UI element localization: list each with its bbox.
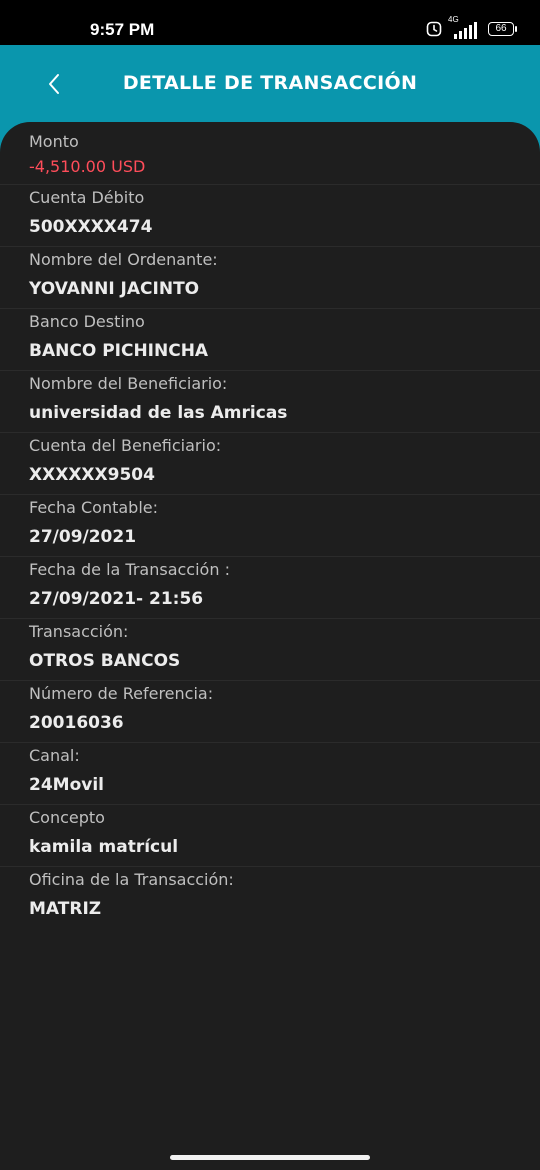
- detail-label: Cuenta Débito: [29, 188, 145, 207]
- detail-row-office: Oficina de la Transacción: MATRIZ: [0, 866, 540, 928]
- amount-value: -4,510.00 USD: [29, 157, 146, 176]
- detail-label: Nombre del Ordenante:: [29, 250, 218, 269]
- detail-value: MATRIZ: [29, 899, 102, 919]
- detail-value: 20016036: [29, 713, 124, 733]
- detail-row-destination-bank: Banco Destino BANCO PICHINCHA: [0, 308, 540, 371]
- battery-level: 66: [495, 23, 507, 34]
- detail-label: Nombre del Beneficiario:: [29, 374, 228, 393]
- detail-row-channel: Canal: 24Movil: [0, 742, 540, 805]
- detail-value: XXXXXX9504: [29, 465, 155, 485]
- detail-value: BANCO PICHINCHA: [29, 341, 209, 361]
- detail-row-transaction-type: Transacción: OTROS BANCOS: [0, 618, 540, 681]
- detail-label: Banco Destino: [29, 312, 145, 331]
- detail-value: 27/09/2021: [29, 527, 137, 547]
- detail-row-debit-account: Cuenta Débito 500XXXX474: [0, 184, 540, 247]
- detail-value: universidad de las Amricas: [29, 403, 288, 423]
- status-icons: 4G 66: [426, 15, 517, 39]
- detail-row-reference-number: Número de Referencia: 20016036: [0, 680, 540, 743]
- detail-value: 27/09/2021- 21:56: [29, 589, 204, 609]
- detail-row-concept: Concepto kamila matrícul: [0, 804, 540, 867]
- detail-label: Concepto: [29, 808, 105, 827]
- detail-row-accounting-date: Fecha Contable: 27/09/2021: [0, 494, 540, 557]
- detail-row-originator: Nombre del Ordenante: YOVANNI JACINTO: [0, 246, 540, 309]
- detail-label: Monto: [29, 132, 79, 151]
- status-bar: 9:57 PM 4G 66: [0, 0, 540, 45]
- detail-row-beneficiary-name: Nombre del Beneficiario: universidad de …: [0, 370, 540, 433]
- detail-label: Fecha Contable:: [29, 498, 159, 517]
- detail-value: YOVANNI JACINTO: [29, 279, 200, 299]
- detail-row-beneficiary-account: Cuenta del Beneficiario: XXXXXX9504: [0, 432, 540, 495]
- detail-label: Número de Referencia:: [29, 684, 214, 703]
- transaction-detail-card: Monto -4,510.00 USD Cuenta Débito 500XXX…: [0, 122, 540, 1170]
- signal-icon: [454, 22, 477, 39]
- detail-row-transaction-date: Fecha de la Transacción : 27/09/2021- 21…: [0, 556, 540, 619]
- detail-row-amount: Monto -4,510.00 USD: [0, 122, 540, 185]
- detail-label: Oficina de la Transacción:: [29, 870, 234, 889]
- battery-icon: 66: [488, 22, 517, 36]
- detail-value: 24Movil: [29, 775, 104, 795]
- detail-label: Cuenta del Beneficiario:: [29, 436, 222, 455]
- alarm-icon: [426, 21, 442, 37]
- detail-value: 500XXXX474: [29, 217, 153, 237]
- signal-indicator: 4G: [448, 15, 478, 39]
- detail-value: kamila matrícul: [29, 837, 179, 857]
- status-time: 9:57 PM: [90, 20, 155, 39]
- home-indicator[interactable]: [170, 1155, 370, 1160]
- detail-value: OTROS BANCOS: [29, 651, 181, 671]
- detail-label: Canal:: [29, 746, 80, 765]
- page-title: DETALLE DE TRANSACCIÓN: [122, 72, 418, 94]
- detail-label: Fecha de la Transacción :: [29, 560, 230, 579]
- detail-label: Transacción:: [29, 622, 129, 641]
